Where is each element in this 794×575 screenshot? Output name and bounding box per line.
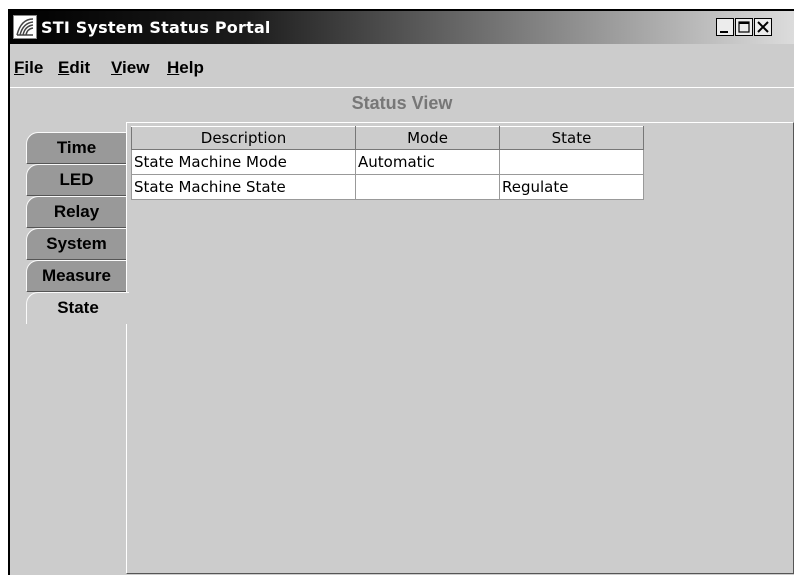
table-header-row: Description Mode State — [131, 126, 644, 150]
close-button[interactable] — [754, 18, 772, 36]
table-row[interactable]: State Machine Mode Automatic — [131, 149, 644, 175]
app-window: STI System Status Portal File Edit View … — [8, 9, 794, 575]
tab-led[interactable]: LED — [26, 164, 126, 196]
minimize-icon — [720, 31, 728, 33]
tab-state[interactable]: State — [26, 292, 129, 324]
tab-measure[interactable]: Measure — [26, 260, 126, 292]
maximize-button[interactable] — [735, 18, 753, 36]
table-cell-state[interactable]: Regulate — [499, 174, 644, 200]
content-panel: Description Mode State State Machine Mod… — [126, 122, 794, 574]
table-cell-mode[interactable] — [355, 174, 500, 200]
close-icon — [757, 21, 769, 33]
table-row[interactable]: State Machine State Regulate — [131, 174, 644, 200]
table-cell-description[interactable]: State Machine Mode — [131, 149, 356, 175]
menu-help[interactable]: Help — [167, 58, 204, 78]
panel-title: Status View — [351, 93, 453, 113]
menu-edit[interactable]: Edit — [58, 58, 90, 78]
menu-divider — [10, 87, 794, 88]
minimize-button[interactable] — [716, 18, 734, 36]
menu-view[interactable]: View — [111, 58, 149, 78]
status-table: Description Mode State State Machine Mod… — [131, 126, 644, 200]
table-cell-state[interactable] — [499, 149, 644, 175]
column-header-description[interactable]: Description — [131, 126, 356, 150]
window-title: STI System Status Portal — [41, 18, 271, 37]
tab-relay[interactable]: Relay — [26, 196, 126, 228]
menu-bar: File Edit View Help — [10, 44, 794, 87]
sti-logo-icon[interactable] — [13, 15, 37, 39]
table-cell-mode[interactable]: Automatic — [355, 149, 500, 175]
tab-system[interactable]: System — [26, 228, 126, 260]
title-bar[interactable]: STI System Status Portal — [10, 11, 794, 44]
column-header-state[interactable]: State — [499, 126, 644, 150]
column-header-mode[interactable]: Mode — [355, 126, 500, 150]
maximize-icon — [738, 21, 750, 33]
tab-time[interactable]: Time — [26, 132, 126, 164]
menu-file[interactable]: File — [14, 58, 43, 78]
table-cell-description[interactable]: State Machine State — [131, 174, 356, 200]
